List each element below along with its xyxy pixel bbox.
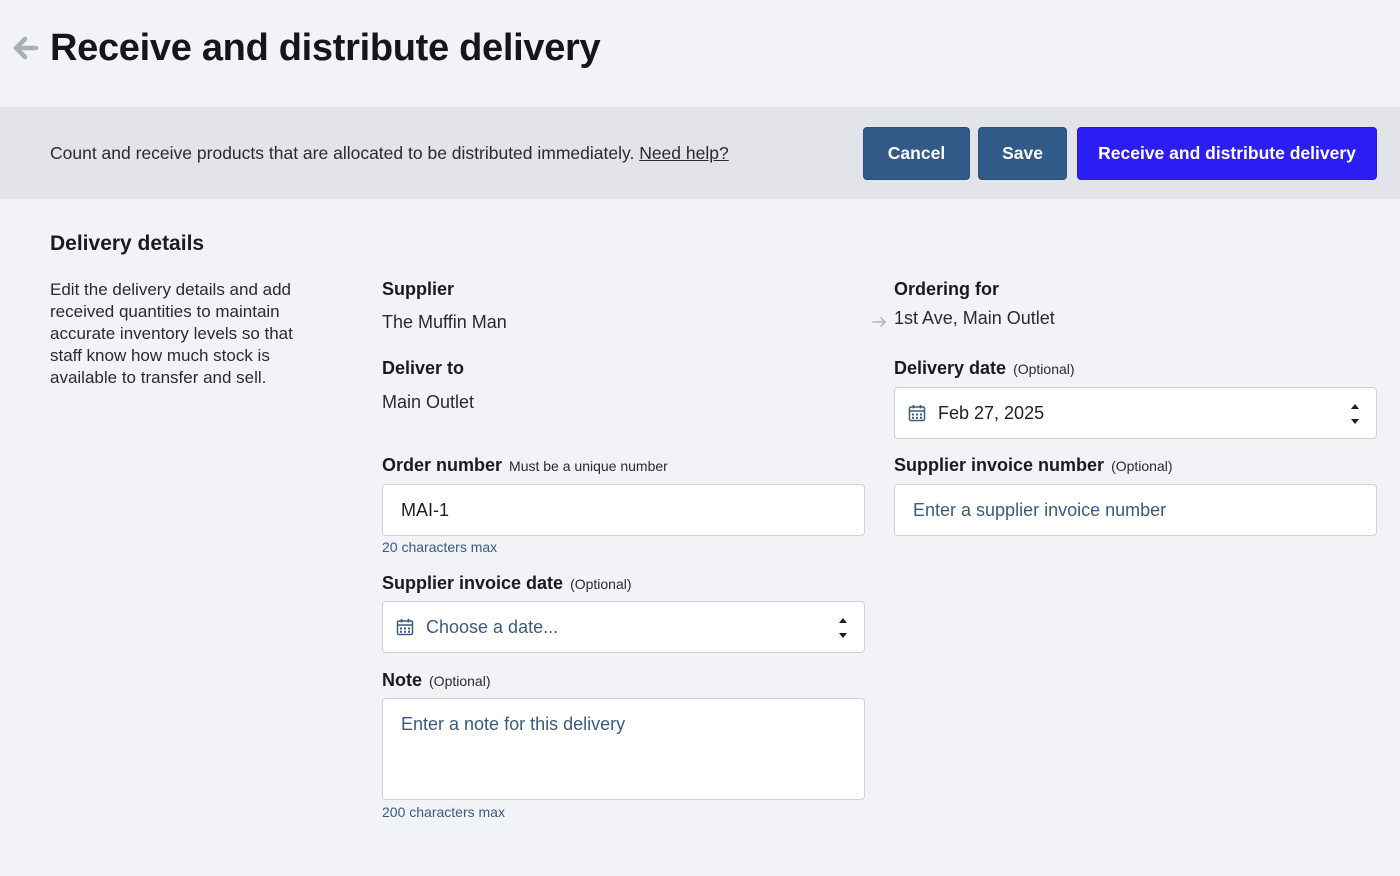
action-bar-description: Count and receive products that are allo… — [50, 143, 729, 164]
supplier-invoice-number-optional-hint: (Optional) — [1111, 458, 1173, 474]
delivery-date-input[interactable]: Feb 27, 2025 — [894, 387, 1377, 439]
supplier-invoice-number-label-text: Supplier invoice number — [894, 455, 1105, 475]
ordering-for-value: 1st Ave, Main Outlet — [894, 308, 1055, 328]
order-number-helper: 20 characters max — [382, 539, 498, 555]
delivery-date-label: Delivery date (Optional) — [894, 358, 1075, 379]
stepper-icon[interactable] — [1349, 400, 1361, 428]
stepper-icon[interactable] — [837, 614, 849, 642]
save-button[interactable]: Save — [978, 127, 1067, 180]
supplier-invoice-date-input[interactable]: Choose a date... — [382, 601, 865, 653]
arrow-left-icon[interactable] — [10, 33, 40, 63]
note-optional-hint: (Optional) — [429, 673, 491, 689]
order-number-label: Order number Must be a unique number — [382, 455, 668, 476]
section-title: Delivery details — [50, 232, 205, 255]
section-description: Edit the delivery details and add receiv… — [50, 280, 293, 387]
delivery-date-value: Feb 27, 2025 — [938, 402, 1045, 423]
supplier-invoice-date-label-text: Supplier invoice date — [382, 573, 564, 593]
order-number-hint: Must be a unique number — [509, 458, 668, 474]
supplier-value: The Muffin Man — [382, 312, 507, 332]
supplier-invoice-number-input[interactable]: Enter a supplier invoice number — [894, 484, 1377, 536]
need-help-link[interactable]: Need help? — [639, 143, 729, 163]
calendar-icon — [396, 619, 414, 636]
note-textarea[interactable]: Enter a note for this delivery — [382, 698, 865, 800]
action-description-text: Count and receive products that are allo… — [50, 143, 635, 163]
order-number-input[interactable]: MAI-1 — [382, 484, 865, 536]
calendar-icon — [908, 405, 926, 422]
order-number-label-text: Order number — [382, 455, 503, 475]
cancel-button[interactable]: Cancel — [863, 127, 970, 180]
receive-and-distribute-button[interactable]: Receive and distribute delivery — [1077, 127, 1377, 180]
page-title: Receive and distribute delivery — [50, 27, 601, 69]
note-label-text: Note — [382, 670, 422, 690]
page-header: Receive and distribute delivery — [0, 0, 1400, 107]
deliver-to-value: Main Outlet — [382, 392, 475, 412]
ordering-for-label: Ordering for — [894, 279, 1000, 299]
delivery-date-label-text: Delivery date — [894, 358, 1007, 378]
supplier-invoice-number-placeholder: Enter a supplier invoice number — [913, 499, 1167, 520]
supplier-invoice-date-label: Supplier invoice date (Optional) — [382, 573, 632, 594]
deliver-to-label: Deliver to — [382, 358, 465, 378]
arrow-right-icon — [872, 317, 886, 327]
supplier-invoice-date-optional-hint: (Optional) — [570, 576, 632, 592]
delivery-date-optional-hint: (Optional) — [1013, 361, 1075, 377]
note-helper: 200 characters max — [382, 804, 505, 820]
supplier-invoice-number-label: Supplier invoice number (Optional) — [894, 455, 1173, 476]
supplier-invoice-date-placeholder: Choose a date... — [426, 616, 559, 637]
note-label: Note (Optional) — [382, 670, 490, 691]
note-placeholder: Enter a note for this delivery — [401, 714, 626, 734]
order-number-value: MAI-1 — [401, 499, 450, 520]
supplier-label: Supplier — [382, 279, 455, 299]
